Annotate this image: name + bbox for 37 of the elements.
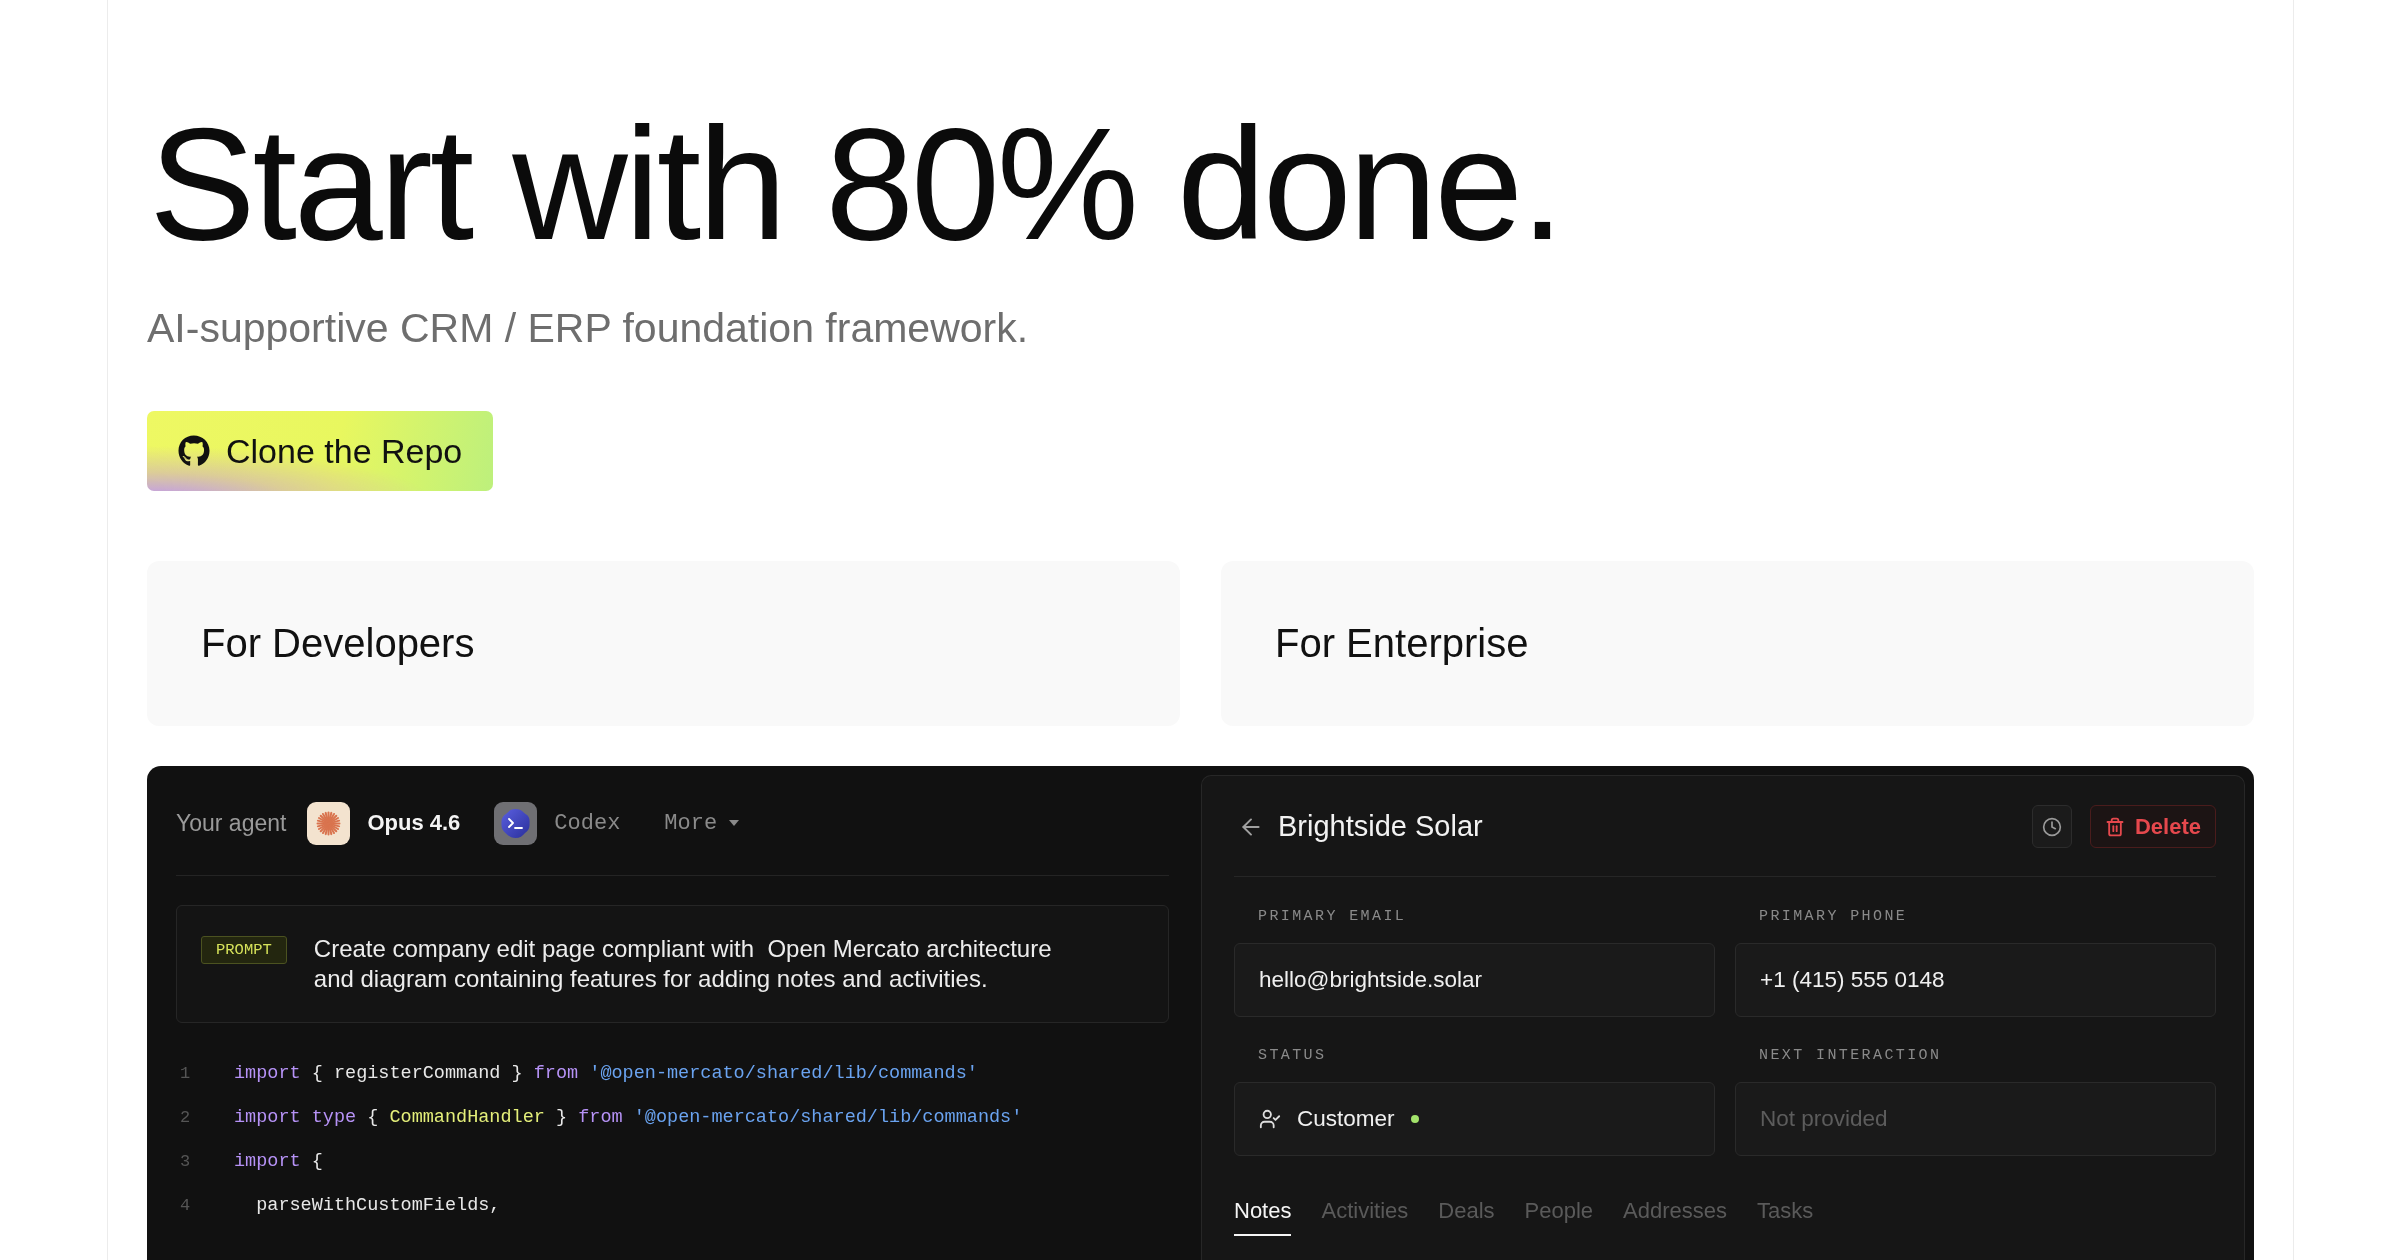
line-number: 1 — [179, 1063, 192, 1083]
code-line: parseWithCustomFields, — [255, 1194, 501, 1216]
audience-card[interactable]: For Developers — [147, 561, 1180, 726]
line-number: 2 — [179, 1107, 192, 1127]
field-label: PRIMARY PHONE — [1759, 907, 1908, 927]
hero-title: Start with 80% done. — [149, 104, 1562, 264]
github-icon — [178, 435, 210, 467]
status-field[interactable]: Customer — [1234, 1082, 1715, 1156]
prompt-text: Create company edit page compliant with Open Mercato architecture and diagram containing features for adding notes and activities. — [313, 934, 1053, 994]
field-label: PRIMARY EMAIL — [1258, 907, 1407, 927]
clone-repo-button[interactable]: Clone the Repo — [147, 411, 494, 491]
line-number: 4 — [179, 1195, 192, 1215]
tab[interactable]: Notes — [1234, 1196, 1292, 1236]
agent-option[interactable]: Codex — [494, 801, 621, 845]
terminal-blob-icon — [494, 801, 538, 845]
input-field[interactable]: +1 (415) 555 0148 — [1735, 943, 2216, 1017]
field-label: STATUS — [1258, 1046, 1327, 1066]
code-line: import type { CommandHandler } from '@open-mercato/shared/lib/commands' — [234, 1106, 1023, 1128]
code-line: import { registerCommand } from '@open-mercato/shared/lib/commands' — [234, 1062, 978, 1084]
field-label: NEXT INTERACTION — [1759, 1046, 1942, 1066]
code-line: import { — [234, 1150, 323, 1172]
more-dropdown[interactable]: More — [664, 810, 740, 836]
history-button[interactable] — [2031, 805, 2072, 848]
agent-option[interactable]: Opus 4.6 — [307, 801, 461, 845]
agent-label: Your agent — [176, 809, 287, 837]
caret-down-icon — [729, 820, 740, 826]
prompt-badge: PROMPT — [201, 936, 287, 964]
hero-subtitle: AI-supportive CRM / ERP foundation framework. — [147, 304, 1029, 352]
audience-card[interactable]: For Enterprise — [1221, 561, 2254, 726]
input-field[interactable]: hello@brightside.solar — [1234, 943, 1715, 1017]
record-title: Brightside Solar — [1278, 810, 1483, 843]
delete-button[interactable]: Delete — [2089, 805, 2216, 848]
trash-icon — [2104, 816, 2125, 837]
clock-icon — [2041, 816, 2062, 837]
line-number: 3 — [179, 1151, 192, 1171]
user-check-icon — [1259, 1108, 1281, 1130]
sunburst-icon — [307, 801, 351, 845]
